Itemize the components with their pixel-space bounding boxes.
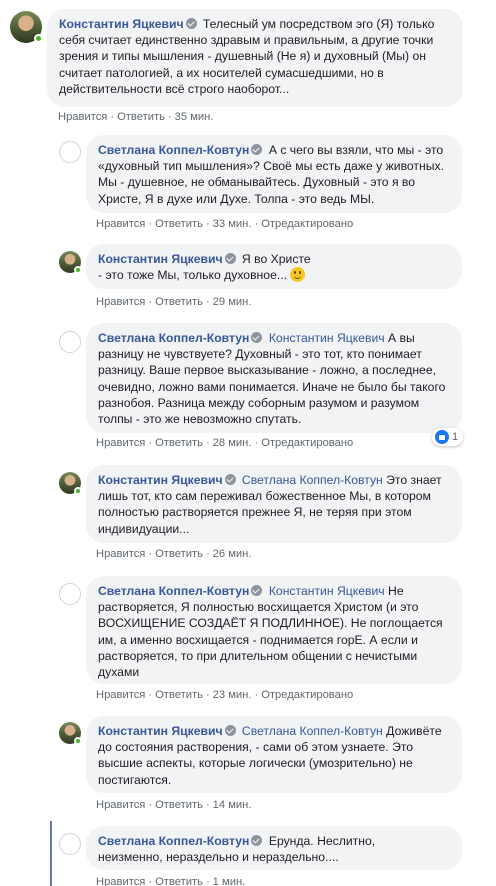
online-status-icon [74,266,82,274]
svetlana-avatar[interactable] [59,583,81,605]
comment-time[interactable]: 26 мин. [213,548,252,560]
reply-button[interactable]: Ответить [155,799,203,811]
svetlana-avatar[interactable] [59,833,81,855]
mention-link[interactable]: Константин Яцкевич [269,584,385,598]
comment-bubble: Светлана Коппел-Ковтун Константин Яцкеви… [86,323,462,433]
verified-badge-icon [251,332,263,343]
svetlana-avatar[interactable] [59,141,81,163]
verified-badge-icon [224,474,236,485]
comment-actions: Нравится · Ответить · 14 мин. [96,799,252,811]
mention-link[interactable]: Светлана Коппел-Ковтун [242,473,383,487]
like-button[interactable]: Нравится [96,876,145,886]
comment-author-link[interactable]: Светлана Коппел-Ковтун [98,331,249,345]
comment-author-link[interactable]: Светлана Коппел-Ковтун [98,584,249,598]
comment-bubble: Светлана Коппел-Ковтун Константин Яцкеви… [86,576,462,684]
verified-badge-icon [251,585,263,596]
mention-link[interactable]: Константин Яцкевич [269,331,385,345]
verified-badge-icon [251,835,263,846]
comment-time[interactable]: 1 мин. [213,876,246,886]
comment-time[interactable]: 28 мин. [213,437,252,449]
comment-time[interactable]: 23 мин. [213,689,252,701]
comment-author-link[interactable]: Константин Яцкевич [98,724,223,738]
comment-time[interactable]: 14 мин. [213,799,252,811]
comment-bubble: Светлана Коппел-Ковтун А с чего вы взяли… [86,135,462,213]
smile-emoji-icon [290,267,306,283]
comment-text: А вы разницу не чувствуете? Духовный - э… [98,331,446,427]
reply-button[interactable]: Ответить [155,689,203,701]
comment-text: Не растворяется, Я полностью восхищается… [98,584,443,680]
like-button[interactable]: Нравится [96,548,145,560]
comment-time[interactable]: 29 мин. [213,296,252,308]
comment-actions: Нравится · Ответить · 1 мин. [96,876,246,886]
edited-label[interactable]: Отредактировано [261,218,353,230]
verified-badge-icon [251,144,263,155]
comment-actions: Нравится · Ответить · 26 мин. [96,548,252,560]
comment-author-link[interactable]: Светлана Коппел-Ковтун [98,834,249,848]
thread-highlight-line [50,821,52,886]
comment-bubble: Светлана Коппел-Ковтун Ерунда. Неслитно,… [86,826,462,870]
comment-author-link[interactable]: Константин Яцкевич [59,17,184,31]
like-reaction-icon [435,430,449,444]
online-status-icon [74,737,82,745]
like-button[interactable]: Нравится [96,799,145,811]
comment-bubble: Константин Яцкевич Я во Христе - это тож… [86,244,462,289]
online-status-icon [74,487,82,495]
comment-actions: Нравится · Ответить · 28 мин. · Отредактирован… [96,437,354,449]
reaction-count[interactable]: 1 [432,428,464,446]
comment-author-link[interactable]: Константин Яцкевич [98,252,223,266]
svetlana-avatar[interactable] [59,331,81,353]
comment-time[interactable]: 35 мин. [175,111,214,123]
reply-button[interactable]: Ответить [117,111,165,123]
edited-label[interactable]: Отредактировано [261,437,353,449]
edited-label[interactable]: Отредактировано [261,689,353,701]
comment-bubble: Константин Яцкевич Телесный ум посредств… [47,9,463,107]
comment-bubble: Константин Яцкевич Светлана Коппел-Ковту… [86,465,462,543]
verified-badge-icon [224,725,236,736]
reply-button[interactable]: Ответить [155,548,203,560]
comment-actions: Нравится · Ответить · 33 мин. · Отредактирован… [96,218,354,230]
like-button[interactable]: Нравится [96,296,145,308]
comment-actions: Нравится · Ответить · 29 мин. [96,296,252,308]
comment-author-link[interactable]: Светлана Коппел-Ковтун [98,143,249,157]
like-button[interactable]: Нравится [96,689,145,701]
comment-author-link[interactable]: Константин Яцкевич [98,473,223,487]
comment-bubble: Константин Яцкевич Светлана Коппел-Ковту… [86,716,462,793]
comment-time[interactable]: 33 мин. [213,218,252,230]
comment-actions: Нравится · Ответить · 23 мин. · Отредактирован… [96,689,354,701]
verified-badge-icon [185,18,197,29]
reply-button[interactable]: Ответить [155,437,203,449]
verified-badge-icon [224,253,236,264]
reply-button[interactable]: Ответить [155,296,203,308]
like-button[interactable]: Нравится [96,437,145,449]
reply-button[interactable]: Ответить [155,876,203,886]
mention-link[interactable]: Светлана Коппел-Ковтун [242,724,383,738]
reply-button[interactable]: Ответить [155,218,203,230]
like-button[interactable]: Нравится [58,111,107,123]
like-button[interactable]: Нравится [96,218,145,230]
comment-actions: Нравится · Ответить · 35 мин. [58,111,214,123]
online-status-icon [34,34,43,43]
